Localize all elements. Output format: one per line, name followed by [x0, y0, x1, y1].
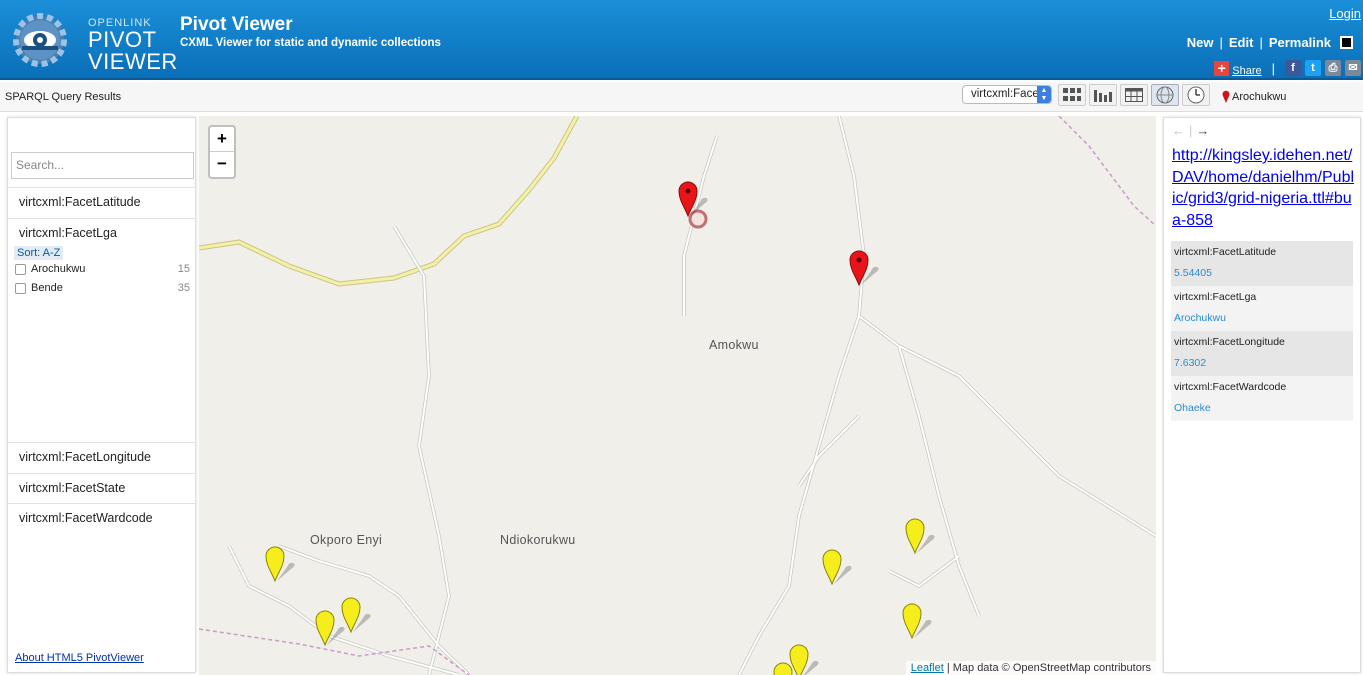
facet-state[interactable]: virtcxml:FacetState — [8, 473, 195, 504]
selected-map-marker[interactable] — [849, 249, 889, 289]
map-pin-icon — [1222, 90, 1230, 103]
map-marker[interactable] — [902, 602, 942, 642]
new-link[interactable]: New — [1187, 35, 1214, 50]
checkbox[interactable] — [15, 263, 26, 275]
filter-breadcrumb-label: Arochukwu — [1232, 90, 1287, 103]
facet-value-arochukwu[interactable]: Arochukwu 15 — [15, 263, 190, 275]
facet-wardcode[interactable]: virtcxml:FacetWardcode — [8, 503, 195, 534]
item-link[interactable]: http://kingsley.idehen.net/DAV/home/dani… — [1172, 145, 1356, 231]
facet-value-bende[interactable]: Bende 35 — [15, 282, 190, 294]
facebook-icon[interactable]: f — [1285, 60, 1301, 76]
detail-value[interactable]: Arochukwu — [1174, 312, 1350, 324]
map-marker[interactable] — [905, 517, 945, 557]
map-marker[interactable] — [341, 596, 381, 636]
back-arrow-icon[interactable]: ← — [1172, 123, 1185, 138]
bar-chart-icon — [1094, 90, 1112, 102]
logo-line-2: VIEWER — [88, 49, 178, 74]
filter-breadcrumb[interactable]: Arochukwu — [1222, 90, 1286, 103]
zoom-out-button[interactable]: − — [210, 152, 234, 177]
about-link[interactable]: About HTML5 PivotViewer — [15, 652, 144, 664]
detail-value[interactable]: Ohaeke — [1174, 402, 1350, 414]
detail-name: virtcxml:FacetLongitude — [1174, 336, 1285, 348]
facet-panel: Search... virtcxml:FacetLatitude virtcxm… — [7, 117, 196, 673]
selected-map-marker[interactable] — [678, 180, 718, 220]
results-label: SPARQL Query Results — [5, 91, 122, 103]
detail-row-lga: virtcxml:FacetLga Arochukwu — [1171, 286, 1353, 331]
map-marker[interactable] — [822, 548, 862, 588]
table-view-button[interactable] — [1120, 84, 1148, 106]
map-view[interactable]: + − Amokwu Okporo Enyi Ndiokorukwu Leafl… — [199, 116, 1156, 675]
grid-icon — [1063, 88, 1081, 101]
detail-value[interactable]: 7.6302 — [1174, 357, 1350, 369]
facet-sort-toggle[interactable]: Sort: A-Z — [14, 246, 64, 260]
facet-lga[interactable]: virtcxml:FacetLga — [8, 218, 195, 249]
detail-row-latitude: virtcxml:FacetLatitude 5.54405 — [1171, 241, 1353, 286]
map-view-button[interactable] — [1151, 84, 1179, 106]
map-marker[interactable] — [265, 545, 305, 585]
sort-select[interactable]: virtcxml:FacetLatitude ▲▼ — [962, 85, 1052, 104]
gear-eye-icon — [13, 13, 67, 67]
facet-value-count: 35 — [177, 282, 190, 294]
graph-view-button[interactable] — [1089, 84, 1117, 106]
forward-arrow-icon[interactable]: → — [1196, 123, 1209, 138]
facet-value-count: 15 — [177, 263, 190, 275]
permalink-icon[interactable] — [1340, 36, 1353, 49]
search-input[interactable]: Search... — [11, 152, 194, 179]
zoom-in-button[interactable]: + — [210, 127, 234, 152]
detail-name: virtcxml:FacetLga — [1174, 291, 1257, 303]
logo-line-1: PIVOT — [88, 27, 157, 52]
login-link[interactable]: Login — [1329, 6, 1361, 21]
facet-value-label: Arochukwu — [31, 263, 86, 275]
item-details-panel: ← | → http://kingsley.idehen.net/DAV/hom… — [1163, 117, 1361, 673]
map-attribution: Leaflet | Map data © OpenStreetMap contr… — [905, 661, 1156, 675]
detail-name: virtcxml:FacetWardcode — [1174, 381, 1287, 393]
clock-icon — [1187, 86, 1205, 104]
detail-row-wardcode: virtcxml:FacetWardcode Ohaeke — [1171, 376, 1353, 421]
share-plus-icon[interactable]: + — [1214, 60, 1230, 76]
email-icon[interactable]: ✉ — [1345, 60, 1361, 76]
edit-link[interactable]: Edit — [1229, 35, 1254, 50]
place-label-amokwu: Amokwu — [709, 338, 759, 352]
detail-name: virtcxml:FacetLatitude — [1174, 246, 1277, 258]
share-link[interactable]: Share — [1232, 65, 1261, 77]
app-title: Pivot Viewer — [180, 14, 293, 35]
updown-arrow-icon: ▲ ▼ — [1037, 86, 1051, 103]
place-label-ndiokorukwu: Ndiokorukwu — [500, 533, 576, 547]
globe-icon — [1156, 86, 1174, 104]
detail-row-longitude: virtcxml:FacetLongitude 7.6302 — [1171, 331, 1353, 376]
grid-view-button[interactable] — [1058, 84, 1086, 106]
print-icon[interactable]: ⎙ — [1325, 60, 1341, 76]
checkbox[interactable] — [15, 282, 26, 294]
header-links: New | Edit | Permalink — [1187, 35, 1353, 50]
app-header: OPENLINK PIVOT VIEWER Pivot Viewer CXML … — [0, 0, 1363, 80]
place-label-okporo-enyi: Okporo Enyi — [310, 533, 383, 547]
app-subtitle: CXML Viewer for static and dynamic colle… — [180, 37, 441, 49]
facet-longitude[interactable]: virtcxml:FacetLongitude — [8, 442, 195, 473]
twitter-icon[interactable]: t — [1305, 60, 1321, 76]
leaflet-link[interactable]: Leaflet — [911, 662, 944, 674]
item-navigation: ← | → — [1172, 123, 1210, 138]
openlink-logo[interactable]: OPENLINK PIVOT VIEWER — [8, 8, 177, 73]
permalink-link[interactable]: Permalink — [1269, 35, 1331, 50]
detail-value[interactable]: 5.54405 — [1174, 267, 1350, 279]
facet-latitude[interactable]: virtcxml:FacetLatitude — [8, 187, 195, 218]
zoom-control: + − — [208, 125, 236, 179]
share-bar: + Share | f t ⎙ ✉ — [1214, 59, 1361, 77]
attribution-text: | Map data © OpenStreetMap contributors — [943, 662, 1151, 674]
map-marker[interactable] — [773, 661, 813, 675]
view-toolbar: SPARQL Query Results virtcxml:FacetLatit… — [0, 82, 1363, 112]
timeline-view-button[interactable] — [1182, 84, 1210, 106]
facet-value-label: Bende — [31, 282, 63, 294]
table-icon — [1125, 88, 1143, 102]
